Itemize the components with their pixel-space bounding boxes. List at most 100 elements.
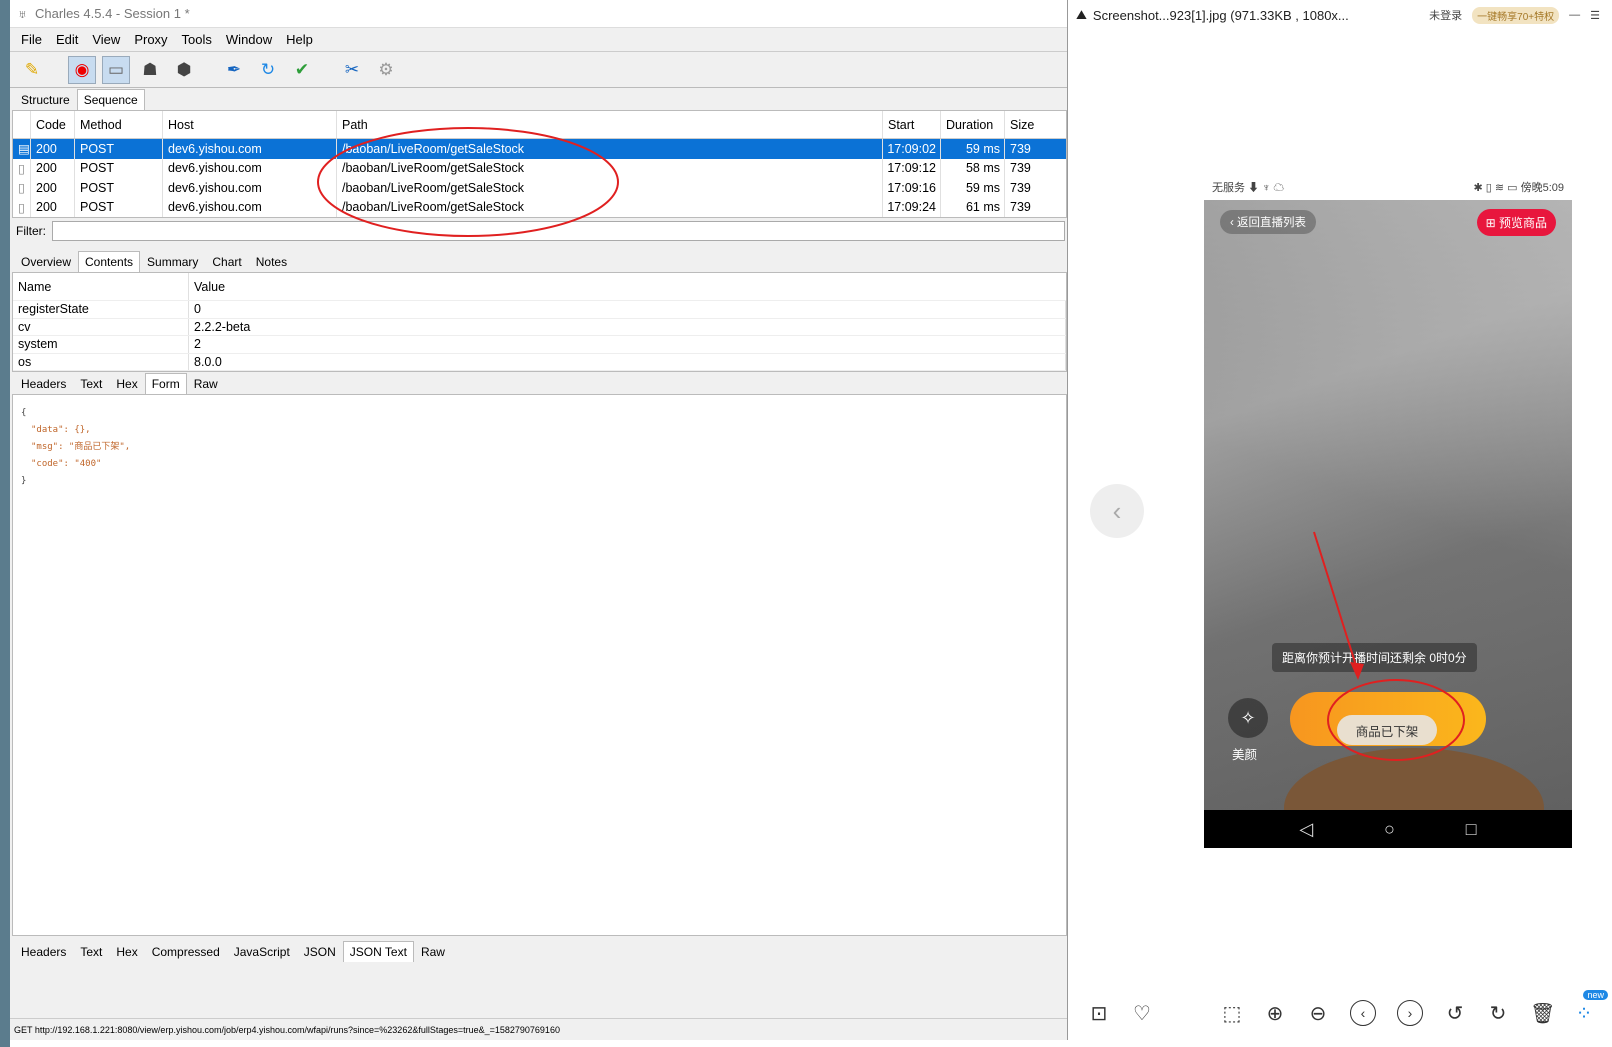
form-header: Name Value [13,273,1066,301]
request-view-tabs: Headers Text Hex Form Raw [10,372,1067,394]
delete-icon[interactable]: 🗑 [1530,1001,1555,1026]
col-path[interactable]: Path [337,111,883,138]
cell-method: POST [75,197,163,217]
tab-notes[interactable]: Notes [249,251,294,272]
favorite-heart-icon[interactable]: ♡ [1131,1001,1153,1026]
menu-icon[interactable]: ☰ [1590,9,1600,22]
table-row[interactable]: ▤ 200 POST dev6.yishou.com /baoban/LiveR… [13,139,1066,159]
nav-home-icon[interactable]: ○ [1384,819,1395,840]
zoom-out-icon[interactable]: ⊖ [1307,1001,1329,1026]
tab-req-headers[interactable]: Headers [14,373,73,394]
cell-host: dev6.yishou.com [163,158,337,178]
menu-edit[interactable]: Edit [49,32,85,47]
tab-req-hex[interactable]: Hex [109,373,144,394]
tab-resp-json[interactable]: JSON [297,941,343,962]
tab-chart[interactable]: Chart [205,251,248,272]
cell-start: 17:09:24 [883,197,941,217]
menu-file[interactable]: File [14,32,49,47]
request-icon: ▤ [13,139,31,159]
nav-back-icon[interactable]: ◁ [1299,819,1313,840]
tab-resp-text[interactable]: Text [73,941,109,962]
cell-method: POST [75,139,163,159]
col-code[interactable]: Code [31,111,75,138]
table-row[interactable]: ▯ 200 POST dev6.yishou.com /baoban/LiveR… [13,197,1066,217]
broom-icon[interactable]: ✎ [18,56,46,84]
form-row[interactable]: system 2 [13,336,1066,354]
phone-screenshot: 无服务 ⬇ ♆ ☁ ✱ ▯ ≋ ▭ 傍晚5:09 ‹ 返回直播列表 ⊞ 预览商品… [1204,174,1572,848]
tab-sequence[interactable]: Sequence [76,89,145,110]
rotate-left-icon[interactable]: ↺ [1444,1001,1466,1026]
tab-resp-headers[interactable]: Headers [14,941,73,962]
rotate-right-icon[interactable]: ↻ [1487,1001,1509,1026]
preview-label: 预览商品 [1498,216,1547,230]
tab-resp-compressed[interactable]: Compressed [145,941,227,962]
cell-path: /baoban/LiveRoom/getSaleStock [337,178,883,198]
back-to-live-list-button[interactable]: ‹ 返回直播列表 [1220,210,1317,234]
json-line: "code": "400" [31,459,102,469]
apps-icon[interactable]: ⁘ [1573,1001,1595,1026]
menu-bar: File Edit View Proxy Tools Window Help [10,28,1067,52]
request-icon: ▯ [13,197,31,217]
col-host[interactable]: Host [163,111,337,138]
col-value: Value [194,279,226,294]
preview-goods-button[interactable]: ⊞ 预览商品 [1476,209,1556,236]
tab-resp-hex[interactable]: Hex [109,941,144,962]
repeat-icon[interactable]: ↻ [254,56,282,84]
tab-resp-raw[interactable]: Raw [414,941,452,962]
tab-contents[interactable]: Contents [78,251,141,272]
filter-bar: Filter: [10,218,1067,244]
next-icon[interactable]: › [1397,1000,1423,1026]
nav-recents-icon[interactable]: □ [1466,819,1477,840]
table-row[interactable]: ▯ 200 POST dev6.yishou.com /baoban/LiveR… [13,158,1066,178]
param-value: 8.0.0 [189,353,1066,370]
response-json-body[interactable]: { "data": {}, "msg": "商品已下架", "code": "4… [12,394,1067,936]
fit-window-icon[interactable]: ⬚ [1221,1001,1243,1026]
login-link[interactable]: 未登录 [1429,7,1462,23]
validate-check-icon[interactable]: ✔ [288,56,316,84]
folder-icon[interactable]: ⊡ [1088,1001,1110,1026]
cell-code: 200 [31,178,75,198]
tab-structure[interactable]: Structure [14,89,77,110]
beauty-wand-icon[interactable]: ✧ [1228,698,1268,738]
previous-icon[interactable]: ‹ [1350,1000,1376,1026]
json-line: "data": {}, [31,425,91,435]
tab-req-form[interactable]: Form [144,373,187,394]
col-start[interactable]: Start [883,111,941,138]
tab-req-text[interactable]: Text [73,373,109,394]
breakpoint-icon[interactable]: ⬢ [170,56,198,84]
form-row[interactable]: registerState 0 [13,301,1066,319]
prev-image-button[interactable]: ‹ [1090,484,1144,538]
compose-pen-icon[interactable]: ✒ [220,56,248,84]
tab-overview[interactable]: Overview [14,251,78,272]
turtle-icon[interactable]: ☗ [136,56,164,84]
tools-icon[interactable]: ✂ [338,56,366,84]
col-size[interactable]: Size [1005,111,1065,138]
menu-proxy[interactable]: Proxy [127,32,174,47]
toolbar: ✎ ◉ ▭ ☗ ⬢ ✒ ↻ ✔ ✂ ⚙ [10,52,1067,88]
menu-view[interactable]: View [85,32,127,47]
tab-summary[interactable]: Summary [140,251,205,272]
record-icon[interactable]: ◉ [68,55,96,84]
col-name: Name [13,273,189,300]
form-row[interactable]: cv 2.2.2-beta [13,318,1066,336]
menu-help[interactable]: Help [279,32,320,47]
tab-req-raw[interactable]: Raw [187,373,225,394]
menu-tools[interactable]: Tools [175,32,219,47]
settings-gear-icon[interactable]: ⚙ [372,56,400,84]
form-row[interactable]: os 8.0.0 [13,353,1066,371]
col-method[interactable]: Method [75,111,163,138]
vip-badge[interactable]: 一键畅享70+特权 [1472,6,1560,24]
zoom-in-icon[interactable]: ⊕ [1264,1001,1286,1026]
tab-resp-javascript[interactable]: JavaScript [227,941,297,962]
col-duration[interactable]: Duration [941,111,1005,138]
minimize-icon[interactable]: — [1569,9,1580,21]
throttle-icon[interactable]: ▭ [102,55,130,84]
filter-input[interactable] [52,221,1065,241]
tab-resp-json-text[interactable]: JSON Text [342,941,414,962]
detail-tabs: Overview Contents Summary Chart Notes [10,250,1067,272]
response-view-tabs: Headers Text Hex Compressed JavaScript J… [10,936,1067,962]
cell-path: /baoban/LiveRoom/getSaleStock [337,139,883,159]
chevron-left-icon: ‹ [1112,495,1122,526]
menu-window[interactable]: Window [219,32,279,47]
table-row[interactable]: ▯ 200 POST dev6.yishou.com /baoban/LiveR… [13,178,1066,198]
